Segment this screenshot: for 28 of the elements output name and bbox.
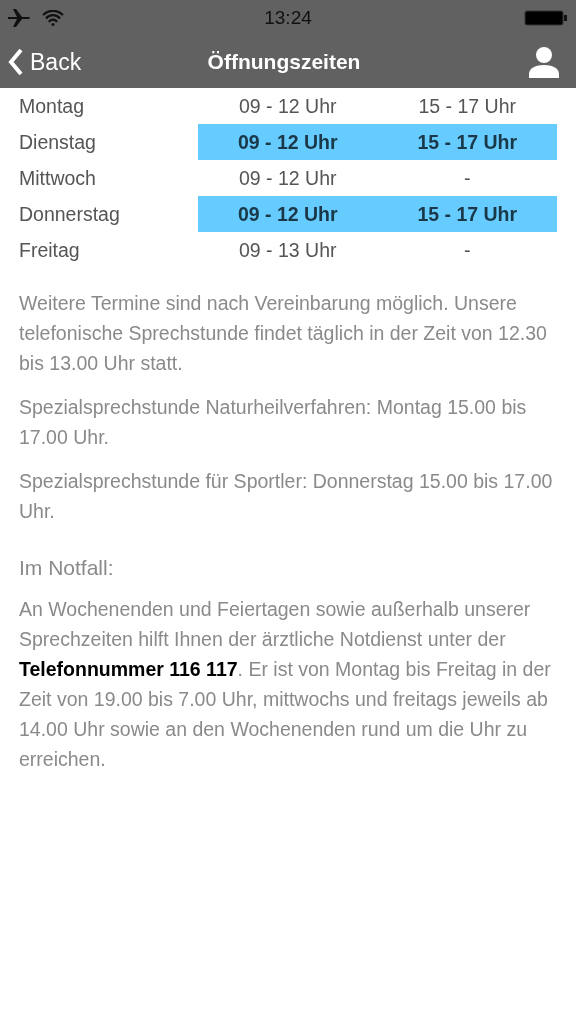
chevron-left-icon xyxy=(8,48,24,76)
section-heading: Im Notfall: xyxy=(19,556,115,580)
day-label: Donnerstag xyxy=(19,202,121,226)
hours-cell-text: 09 - 12 Uhr xyxy=(236,202,339,226)
hours-cell-text: 09 - 13 Uhr xyxy=(237,238,338,262)
hours-cell-text: 15 - 17 Uhr xyxy=(417,94,518,118)
info-paragraph: Spezialsprechstunde Naturheilverfahren: Montag 15.00 bis 17.00 Uhr. xyxy=(19,395,528,450)
info-paragraph: Spezialsprechstunde für Sportler: Donnerstag 15.00 bis 17.00 Uhr. xyxy=(19,469,554,524)
day-label: Mittwoch xyxy=(19,166,97,190)
day-label: Freitag xyxy=(19,238,81,262)
airplane-icon xyxy=(8,9,32,27)
hours-cell-text: 09 - 12 Uhr xyxy=(237,94,338,118)
user-icon[interactable] xyxy=(528,46,560,78)
screen-title: Öffnungszeiten xyxy=(207,50,361,74)
day-label: Dienstag xyxy=(19,130,97,154)
hours-cell-text: 09 - 12 Uhr xyxy=(237,166,338,190)
emergency-paragraph: An Wochenenden und Feiertagen sowie außerhalb unserer Sprechzeiten hilft Ihnen der ärztliche Notdienst unter der Telefonnummer 116 117. Er ist von Montag bis Freitag in der Zeit von 19.00 bis 7.00 Uhr, mittwochs und freitags jeweils ab 14.00 Uhr sowie an den Wochenenden rund um die Uhr zu erreichen. xyxy=(19,597,552,772)
status-time: 13:24 xyxy=(264,7,312,29)
hours-cell-text: 15 - 17 Uhr xyxy=(416,202,519,226)
info-paragraph: Weitere Termine sind nach Vereinbarung möglich. Unsere telefonische Sprechstunde findet täglich in der Zeit von 12.30 bis 13.00 Uhr statt. xyxy=(19,291,548,376)
battery-icon xyxy=(524,9,568,27)
hours-cell-text: 15 - 17 Uhr xyxy=(416,130,519,154)
hours-cell-text: 09 - 12 Uhr xyxy=(236,130,339,154)
back-button[interactable]: Back xyxy=(8,48,82,76)
hours-cell-text: - xyxy=(463,166,472,190)
day-label: Montag xyxy=(19,94,86,118)
hours-cell-text: - xyxy=(463,238,472,262)
wifi-icon xyxy=(42,10,64,26)
